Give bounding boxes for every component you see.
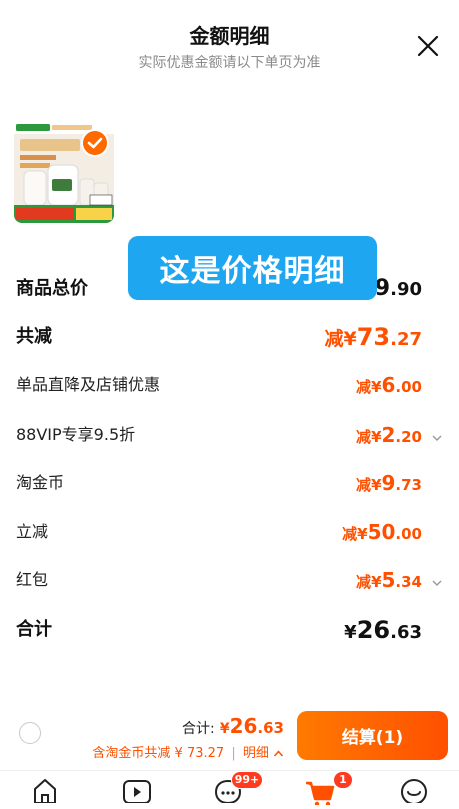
messages-badge: 99+ xyxy=(231,771,263,789)
page-subtitle: 实际优惠金额请以下单页为准 xyxy=(138,55,321,71)
checkout-button[interactable]: 结算(1) xyxy=(297,711,448,760)
page-title: 金额明细 xyxy=(189,24,270,48)
discount-text: 含淘金币共减 ¥ 73.27 xyxy=(92,746,225,761)
close-icon[interactable] xyxy=(416,34,440,58)
home-icon[interactable] xyxy=(31,777,59,804)
row-grand-total: 合计 ¥26.63 xyxy=(16,615,443,645)
row-store-discount: 单品直降及店铺优惠 减¥6.00 xyxy=(16,370,443,400)
detail-link[interactable]: 明细 xyxy=(243,746,269,761)
tab-bar: 99+ 1 xyxy=(0,770,459,807)
bottom-discount-summary[interactable]: 含淘金币共减 ¥ 73.27 | 明细 xyxy=(92,742,284,761)
row-value: 减¥5.34 xyxy=(356,568,422,592)
cart-badge: 1 xyxy=(333,771,353,789)
row-value: 减¥6.00 xyxy=(356,373,422,397)
row-red-packet[interactable]: 红包 减¥5.34 xyxy=(16,565,443,595)
row-value: 减¥9.73 xyxy=(356,471,422,495)
video-icon[interactable] xyxy=(122,777,151,804)
select-all-radio[interactable] xyxy=(19,722,41,744)
row-label: 共减 xyxy=(16,326,52,347)
row-value: ¥26.63 xyxy=(344,616,422,644)
chevron-down-icon[interactable] xyxy=(431,574,443,586)
price-detail-tooltip: 这是价格明细 xyxy=(128,236,377,300)
check-badge-icon xyxy=(81,129,109,157)
row-total-discount: 共减 减¥73.27 xyxy=(16,322,443,352)
row-instant-discount: 立减 减¥50.00 xyxy=(16,517,443,547)
row-label: 红包 xyxy=(16,570,49,589)
profile-icon[interactable] xyxy=(399,777,427,805)
row-label: 淘金币 xyxy=(16,473,65,492)
row-vip-discount[interactable]: 88VIP专享9.5折 减¥2.20 xyxy=(16,420,443,450)
row-value: 减¥73.27 xyxy=(324,323,422,351)
chevron-down-icon[interactable] xyxy=(431,429,443,441)
row-value: 减¥2.20 xyxy=(356,423,422,447)
row-value: 减¥50.00 xyxy=(342,520,422,544)
chevron-up-icon[interactable] xyxy=(273,749,284,758)
product-thumbnail[interactable] xyxy=(14,121,114,223)
cart-icon[interactable] xyxy=(304,777,335,807)
row-label: 立减 xyxy=(16,522,49,541)
row-label: 合计 xyxy=(16,619,52,640)
bottom-total: 合计: ¥26.63 xyxy=(182,714,284,738)
row-label: 88VIP专享9.5折 xyxy=(16,425,136,444)
row-taojinbi: 淘金币 减¥9.73 xyxy=(16,468,443,498)
row-label: 商品总价 xyxy=(16,278,88,299)
row-label: 单品直降及店铺优惠 xyxy=(16,375,161,394)
